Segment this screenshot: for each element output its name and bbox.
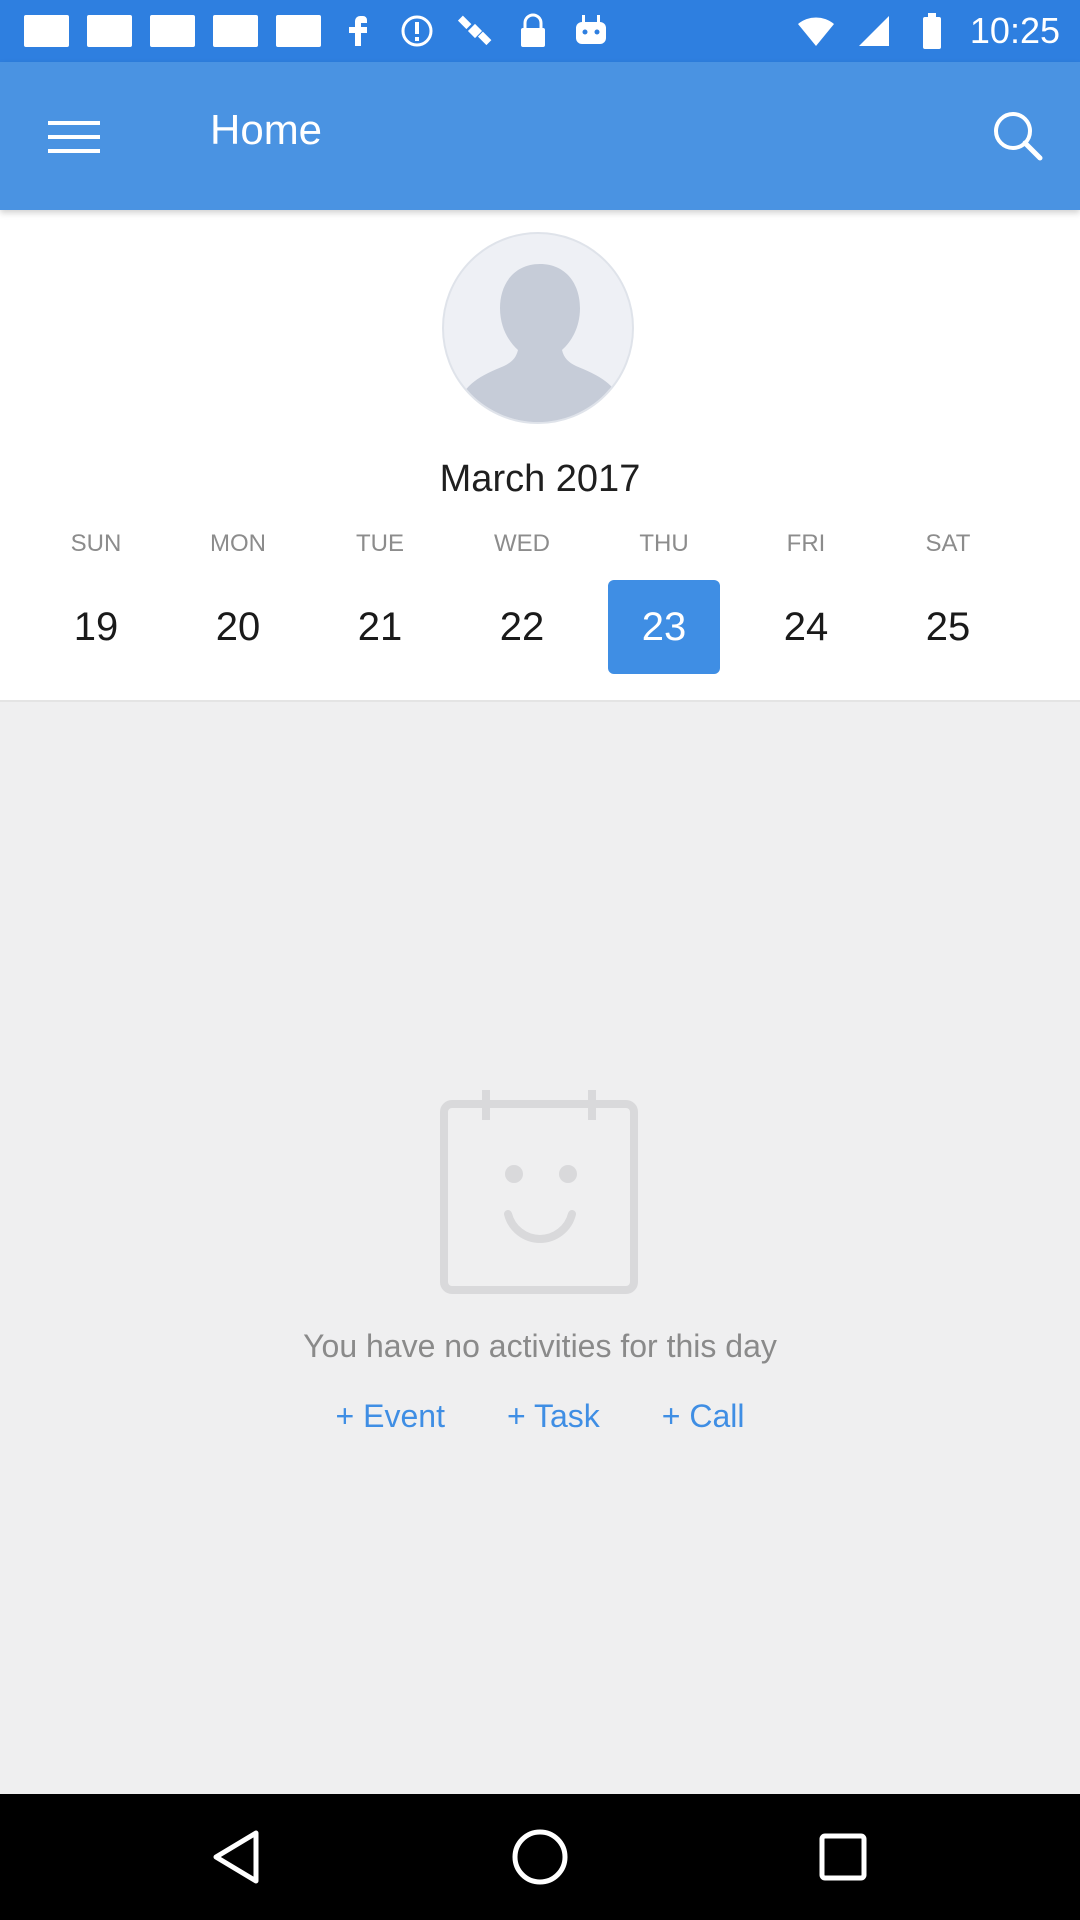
home-circle-icon[interactable] bbox=[507, 1824, 573, 1890]
day-name: WED bbox=[494, 530, 550, 557]
day-name: THU bbox=[639, 530, 689, 557]
hamburger-menu-icon[interactable] bbox=[32, 102, 116, 172]
day-thu-selected[interactable]: THU 23 bbox=[608, 530, 720, 674]
day-wed[interactable]: WED 22 bbox=[466, 530, 578, 660]
back-triangle-icon[interactable] bbox=[204, 1824, 270, 1890]
facebook-icon bbox=[339, 11, 379, 51]
status-time: 10:25 bbox=[969, 10, 1060, 51]
satellite-icon bbox=[455, 11, 495, 51]
day-mon[interactable]: MON 20 bbox=[182, 530, 294, 660]
day-sat[interactable]: SAT 25 bbox=[892, 530, 1004, 660]
empty-state-message: You have no activities for this day bbox=[303, 1328, 777, 1364]
day-sun[interactable]: SUN 19 bbox=[40, 530, 152, 660]
calendar-smile-icon bbox=[436, 1088, 642, 1296]
wifi-icon bbox=[796, 11, 836, 51]
status-icons-left bbox=[24, 0, 611, 62]
lock-icon bbox=[513, 11, 553, 51]
day-name: SUN bbox=[70, 530, 122, 557]
system-nav-bar bbox=[0, 1794, 1080, 1920]
page-title: Home bbox=[210, 106, 323, 153]
add-task-button[interactable]: + Task bbox=[507, 1398, 600, 1435]
battery-icon bbox=[912, 11, 952, 51]
day-number: 22 bbox=[499, 604, 545, 649]
day-tue[interactable]: TUE 21 bbox=[324, 530, 436, 660]
week-strip: SUN 19 MON 20 TUE 21 WED 22 THU 23 FRI 2… bbox=[40, 530, 1040, 674]
day-fri[interactable]: FRI 24 bbox=[750, 530, 862, 660]
alert-icon bbox=[397, 11, 437, 51]
day-number: 21 bbox=[357, 604, 403, 649]
calendar-header: March 2017 SUN 19 MON 20 TUE 21 WED 22 T… bbox=[0, 210, 1080, 702]
search-icon[interactable] bbox=[982, 100, 1052, 170]
signal-icon bbox=[854, 11, 894, 51]
day-name: SAT bbox=[925, 530, 971, 557]
day-number: 25 bbox=[925, 604, 971, 649]
quick-actions: + Event + Task + Call bbox=[0, 1398, 1080, 1435]
status-icons-right: 10:25 bbox=[796, 0, 1060, 62]
android-icon bbox=[571, 11, 611, 51]
day-number: 23 bbox=[608, 580, 720, 674]
notification-square-icon bbox=[150, 15, 195, 47]
month-label: March 2017 bbox=[439, 458, 641, 500]
notification-square-icon bbox=[87, 15, 132, 47]
status-bar: 10:25 bbox=[0, 0, 1080, 62]
person-silhouette-icon bbox=[464, 264, 616, 422]
app-bar: Home bbox=[0, 62, 1080, 210]
notification-square-icon bbox=[24, 15, 69, 47]
day-name: MON bbox=[210, 530, 266, 557]
notification-square-icon bbox=[213, 15, 258, 47]
avatar[interactable] bbox=[442, 232, 634, 424]
day-number: 19 bbox=[73, 604, 119, 649]
add-event-button[interactable]: + Event bbox=[336, 1398, 445, 1435]
recents-square-icon[interactable] bbox=[810, 1824, 876, 1890]
notification-square-icon bbox=[276, 15, 321, 47]
add-call-button[interactable]: + Call bbox=[662, 1398, 745, 1435]
day-number: 24 bbox=[783, 604, 829, 649]
day-name: FRI bbox=[786, 530, 826, 557]
day-name: TUE bbox=[356, 530, 404, 557]
day-number: 20 bbox=[215, 604, 261, 649]
